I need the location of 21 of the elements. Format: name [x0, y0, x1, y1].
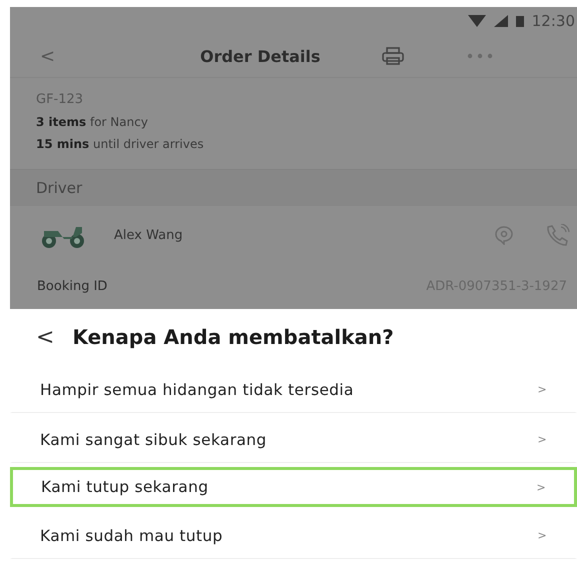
reason-item[interactable]: Hampir semua hidangan tidak tersedia > — [10, 365, 577, 413]
booking-label: Booking ID — [37, 279, 108, 294]
driver-name: Alex Wang — [114, 228, 184, 242]
wifi-icon — [468, 15, 486, 27]
eta-text: 15 mins until driver arrives — [36, 137, 205, 151]
reason-item[interactable]: Kami sudah mau tutup > — [10, 511, 577, 559]
reason-item[interactable]: Kami sangat sibuk sekarang > — [10, 415, 577, 463]
status-time: 12:30 — [532, 12, 575, 30]
sheet-title: Kenapa Anda membatalkan? — [72, 325, 394, 349]
items-summary: 3 items for Nancy — [36, 115, 149, 129]
page-title: Order Details — [200, 46, 320, 66]
signal-icon — [494, 15, 508, 27]
order-code: GF-123 — [36, 92, 84, 107]
printer-icon[interactable] — [382, 47, 404, 65]
section-title: Driver — [36, 179, 82, 197]
back-button[interactable]: < — [36, 324, 54, 350]
more-icon[interactable] — [466, 53, 494, 59]
battery-icon — [516, 15, 524, 27]
phone-icon[interactable] — [545, 224, 571, 246]
reason-item[interactable]: Kami tutup sekarang > — [10, 467, 577, 507]
chat-icon[interactable] — [493, 225, 515, 245]
